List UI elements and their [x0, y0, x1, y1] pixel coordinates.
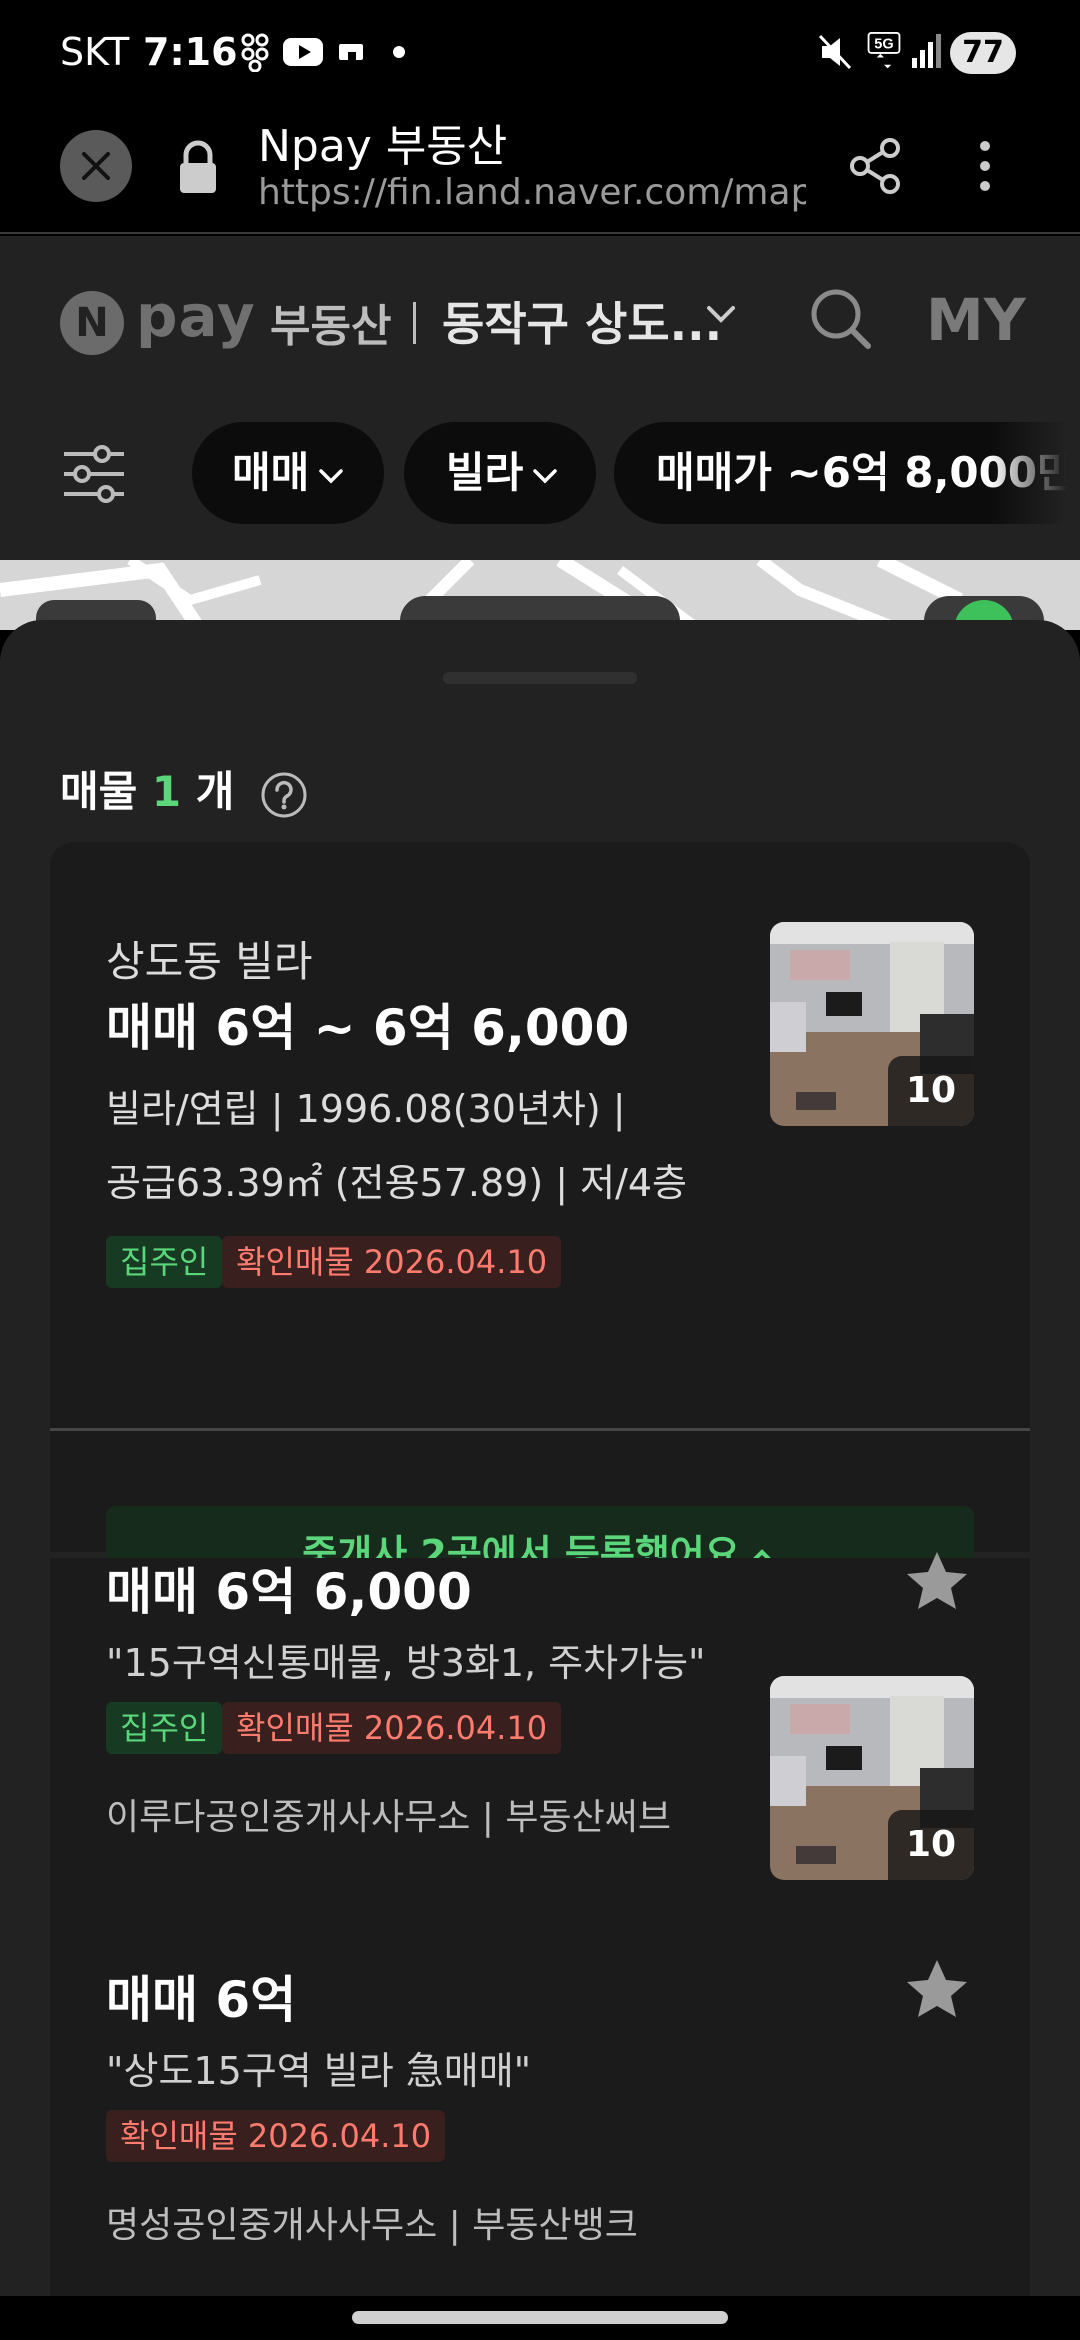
brand-name[interactable]: 부동산 [270, 290, 391, 354]
region-selector[interactable]: 동작구 상도... [442, 288, 722, 354]
listing-list: 매매 6억 6,000 "15구역신통매물, 방3화1, 주차가능" 집주인 확… [50, 1552, 1030, 2324]
listing-count-value: 1 [151, 767, 182, 816]
listing-count-prefix: 매물 [60, 767, 152, 816]
listing-agent: 명성공인중개사사무소 | 부동산뱅크 [106, 2205, 638, 2246]
section-divider [50, 1428, 1030, 1431]
5g-icon: 5G [867, 32, 901, 69]
my-button[interactable]: MY [926, 286, 1026, 354]
dot-icon [393, 46, 405, 58]
owner-badge: 집주인 [106, 1236, 223, 1288]
url-bar[interactable]: https://fin.land.naver.com/map? [258, 172, 806, 213]
complex-price-range: 매매 6억 ~ 6억 6,000 [106, 999, 630, 1057]
search-icon[interactable] [806, 284, 876, 354]
tmap-icon [241, 33, 269, 72]
page-title: Npay 부동산 [258, 121, 508, 172]
listing-count-suffix: 개 [181, 767, 235, 816]
complex-spec-line: 빌라/연립 | 1996.08(30년차) | [106, 1087, 626, 1131]
listing-sheet: 매물 1 개 상도동 빌라 매매 6억 ~ 6억 6,000 빌라/연립 | 1… [0, 620, 1080, 2340]
close-icon [82, 152, 110, 180]
share-icon[interactable] [848, 136, 904, 196]
listing-description: "상도15구역 빌라 急매매" [106, 2049, 532, 2093]
listing-count: 매물 1 개 [60, 758, 309, 820]
pay-logo-text: pay [136, 282, 256, 350]
header-divider [413, 302, 416, 344]
owner-badge: 집주인 [106, 1702, 223, 1754]
lock-icon [180, 140, 216, 193]
complex-name: 상도동 빌라 [106, 937, 313, 986]
complex-area-line: 공급63.39㎡ (전용57.89) | 저/4층 [106, 1161, 688, 1205]
filter-chip-property-type[interactable]: 빌라 [404, 422, 596, 524]
help-icon[interactable] [259, 770, 309, 820]
svg-text:5G: 5G [874, 36, 893, 52]
scroll-fade [990, 400, 1080, 560]
app-header: N pay 부동산 동작구 상도... MY [0, 236, 1080, 400]
more-options-icon[interactable] [970, 136, 1000, 196]
star-icon[interactable] [904, 1956, 970, 2022]
home-gesture-bar[interactable] [352, 2311, 728, 2324]
complex-photo[interactable]: 10 [770, 922, 974, 1126]
listing-price: 매매 6억 6,000 [106, 1563, 472, 1621]
sheet-drag-handle[interactable] [443, 672, 637, 684]
verified-badge: 확인매물 2026.04.10 [222, 1236, 562, 1288]
mute-icon [818, 34, 852, 70]
verified-badge: 확인매물 2026.04.10 [222, 1702, 562, 1754]
filter-settings-icon[interactable] [62, 442, 126, 506]
chevron-down-icon[interactable] [705, 302, 737, 326]
photo-count: 10 [888, 1056, 974, 1126]
listing-price: 매매 6억 [106, 1971, 297, 2029]
listing-agent: 이루다공인중개사사무소 | 부동산써브 [106, 1797, 671, 1838]
filter-chip-label: 매매 [232, 448, 310, 497]
status-bar: SKT 7:16 5G 77 [0, 0, 1080, 110]
clock: 7:16 [143, 30, 238, 74]
chevron-down-icon [319, 468, 344, 483]
battery-indicator: 77 [950, 32, 1016, 74]
signal-icon [912, 34, 941, 68]
npay-logo[interactable]: N [60, 291, 124, 355]
listing-description: "15구역신통매물, 방3화1, 주차가능" [106, 1641, 706, 1685]
carrier-label: SKT [60, 30, 130, 74]
close-button[interactable] [60, 130, 132, 202]
chevron-down-icon [533, 468, 558, 483]
star-icon[interactable] [904, 1548, 970, 1614]
browser-bar: Npay 부동산 https://fin.land.naver.com/map? [0, 110, 1080, 234]
complex-card[interactable]: 상도동 빌라 매매 6억 ~ 6억 6,000 빌라/연립 | 1996.08(… [50, 842, 1030, 1602]
filter-chip-label: 빌라 [446, 448, 524, 497]
filter-bar: 매매 빌라 매매가 ~6억 8,000만 [0, 400, 1080, 560]
filter-chip-trade-type[interactable]: 매매 [192, 422, 384, 524]
youtube-icon [283, 38, 323, 66]
photo-count: 10 [888, 1810, 974, 1880]
cast-icon [339, 44, 363, 60]
listing-photo[interactable]: 10 [770, 1676, 974, 1880]
verified-badge: 확인매물 2026.04.10 [106, 2110, 446, 2162]
